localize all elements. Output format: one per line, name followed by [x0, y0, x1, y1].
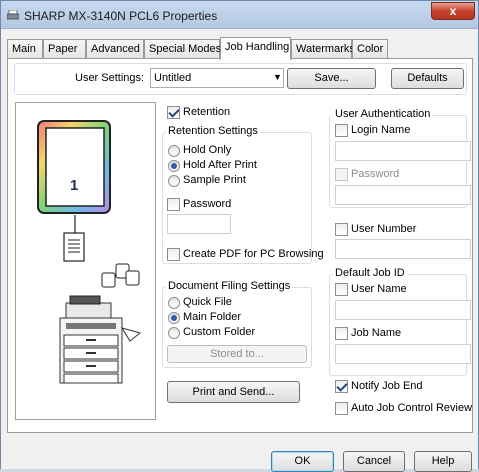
notify-job-end-checkbox[interactable]: [335, 380, 348, 393]
create-pdf-label: Create PDF for PC Browsing: [183, 248, 324, 260]
tab-advanced[interactable]: Advanced: [86, 39, 144, 59]
stored-to-button[interactable]: Stored to...: [167, 345, 307, 363]
chevron-down-icon: ▼: [273, 72, 282, 82]
user-number-field[interactable]: [335, 239, 471, 259]
sample-print-label: Sample Print: [183, 174, 246, 186]
properties-dialog: SHARP MX-3140N PCL6 Properties x Main Pa…: [0, 0, 479, 472]
custom-folder-radio[interactable]: [168, 327, 180, 339]
default-job-id-title: Default Job ID: [333, 267, 407, 279]
user-number-checkbox[interactable]: [335, 223, 348, 236]
tab-watermarks[interactable]: Watermarks: [291, 39, 355, 59]
user-settings-value: Untitled: [154, 72, 192, 84]
auto-job-control-checkbox[interactable]: [335, 402, 348, 415]
auto-job-control-label: Auto Job Control Review: [351, 402, 473, 414]
create-pdf-checkbox[interactable]: [167, 248, 180, 261]
document-filing-title: Document Filing Settings: [166, 280, 293, 292]
window-title: SHARP MX-3140N PCL6 Properties: [24, 9, 218, 23]
retention-label: Retention: [183, 106, 231, 118]
main-folder-label: Main Folder: [183, 311, 242, 323]
preview-page-number: 1: [70, 177, 79, 194]
tab-special-modes[interactable]: Special Modes: [144, 39, 221, 59]
hold-only-radio[interactable]: [168, 145, 180, 157]
login-name-field[interactable]: [335, 141, 471, 161]
user-icon: [101, 263, 140, 288]
retention-settings-title: Retention Settings: [166, 125, 260, 137]
quick-file-label: Quick File: [183, 296, 232, 308]
user-authentication-title: User Authentication: [333, 108, 433, 120]
tab-paper[interactable]: Paper: [43, 39, 86, 59]
print-and-send-button[interactable]: Print and Send...: [167, 381, 300, 403]
printer-icon: [7, 10, 19, 20]
user-name-field[interactable]: [335, 300, 471, 320]
tab-job-handling[interactable]: Job Handling: [220, 37, 291, 60]
hold-after-print-radio[interactable]: [168, 160, 180, 172]
title-bar: SHARP MX-3140N PCL6 Properties x: [1, 1, 478, 29]
notify-job-end-label: Notify Job End: [351, 380, 423, 392]
login-name-checkbox[interactable]: [335, 124, 348, 137]
job-name-label: Job Name: [351, 327, 402, 339]
job-name-checkbox[interactable]: [335, 327, 348, 340]
user-name-checkbox[interactable]: [335, 283, 348, 296]
quick-file-radio[interactable]: [168, 297, 180, 309]
auth-password-label: Password: [351, 168, 400, 180]
hold-only-label: Hold Only: [183, 144, 232, 156]
user-name-label: User Name: [351, 283, 407, 295]
custom-folder-label: Custom Folder: [183, 326, 256, 338]
tab-color[interactable]: Color: [352, 39, 388, 59]
retention-checkbox[interactable]: [167, 106, 180, 119]
login-name-label: Login Name: [351, 124, 411, 136]
defaults-button[interactable]: Defaults: [391, 68, 464, 89]
job-preview: 1: [15, 102, 156, 420]
job-preview-illustration: [37, 120, 142, 384]
tab-main[interactable]: Main: [7, 39, 43, 59]
sample-print-radio[interactable]: [168, 175, 180, 187]
user-settings-select[interactable]: Untitled ▼: [150, 68, 284, 88]
retention-password-field[interactable]: [167, 214, 231, 234]
job-name-field[interactable]: [335, 344, 471, 364]
auth-password-field[interactable]: [335, 185, 471, 205]
hold-after-print-label: Hold After Print: [183, 159, 257, 171]
retention-password-checkbox[interactable]: [167, 198, 180, 211]
main-folder-radio[interactable]: [168, 312, 180, 324]
retention-password-label: Password: [183, 198, 232, 210]
copier-icon: [59, 295, 142, 384]
save-button[interactable]: Save...: [287, 68, 376, 89]
close-button[interactable]: x: [431, 2, 475, 20]
dialog-footer: OK Cancel Help: [1, 433, 478, 472]
user-number-label: User Number: [351, 223, 417, 235]
user-settings-label: User Settings:: [75, 72, 145, 84]
auth-password-checkbox[interactable]: [335, 168, 348, 181]
job-handling-panel: User Settings: Untitled ▼ Save... Defaul…: [7, 58, 473, 433]
